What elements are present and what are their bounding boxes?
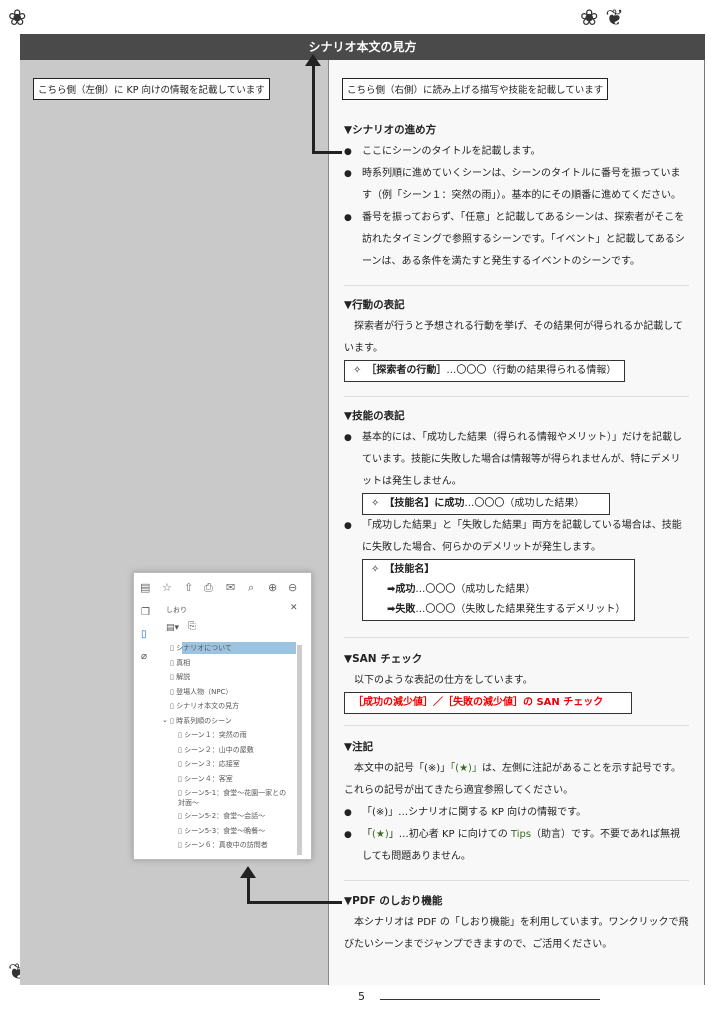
search-icon[interactable]: ⌕	[248, 581, 254, 595]
box-label: ✧ 【技能名】に成功	[371, 498, 465, 509]
paragraph: 以下のような表記の仕方をしています。	[354, 675, 533, 686]
right-side-label: こちら側（右側）に読み上げる描写や技能を記載しています	[342, 78, 609, 100]
example-box: ✧ 【技能名】に成功…〇〇〇（成功した結果）	[362, 493, 610, 515]
box-text: …〇〇〇（失敗した結果発生するデメリット）	[415, 604, 626, 615]
callout-arrow-line	[247, 876, 250, 904]
section-heading: ▼注記	[344, 741, 374, 753]
paragraph: 探索者が行うと予想される行動を挙げ、その結果何が得られるか記載しています。	[344, 321, 683, 354]
box-label: ✧ 【技能名】	[371, 564, 435, 575]
star-mark: (★)	[372, 829, 389, 840]
divider	[344, 880, 689, 881]
bookmark-item[interactable]: 時系列順のシーン	[170, 716, 232, 726]
section-heading: ▼SAN チェック	[344, 653, 423, 665]
close-icon[interactable]: ✕	[290, 603, 298, 613]
star-mark: 「(★)」	[450, 763, 482, 774]
bullet-item: 基本的には、「成功した結果（得られる情報やメリット）」だけを記載しています。技能…	[344, 427, 689, 493]
bookmark-item[interactable]: シーン６：真夜中の訪問者	[178, 840, 268, 850]
bullet-item: 「(※)」…シナリオに関する KP 向けの情報です。	[344, 802, 689, 824]
tips-text: Tips	[510, 829, 532, 840]
section-heading: ▼PDF のしおり機能	[344, 895, 443, 907]
example-box: ✧ ［探索者の行動］…〇〇〇（行動の結果得られる情報）	[344, 360, 626, 382]
text: 本文中の記号「(※)」	[354, 763, 451, 774]
section-pdf-bookmarks: ▼PDF のしおり機能 本シナリオは PDF の「しおり機能」を利用しています。…	[344, 890, 689, 956]
success-label: ➡成功	[387, 584, 416, 595]
callout-arrow-line	[312, 151, 342, 154]
panel-title: しおり	[166, 606, 187, 614]
bullet-item: 「成功した結果」と「失敗した結果」両方を記載している場合は、技能に失敗した場合、…	[344, 515, 689, 559]
section-heading: ▼シナリオの進め方	[344, 124, 437, 136]
page-number: 5	[358, 990, 365, 1003]
bookmark-icon[interactable]: ▯	[141, 629, 147, 640]
bookmark-item[interactable]: シーン２：山中の屋敷	[178, 745, 254, 755]
arrow-up-icon	[240, 866, 256, 878]
example-box: ✧ 【技能名】 ➡成功…〇〇〇（成功した結果） ➡失敗…〇〇〇（失敗した結果発生…	[362, 559, 635, 621]
bullet-item: 「(★)」…初心者 KP に向けての Tips（助言）です。不要であれば無視して…	[344, 824, 689, 868]
floral-ornament-icon: ❀ ❦	[580, 6, 624, 31]
box-text: …〇〇〇（成功した結果）	[415, 584, 536, 595]
section-san-check: ▼SAN チェック 以下のような表記の仕方をしています。 ［成功の減少値］／［失…	[344, 648, 689, 714]
section-skill-notation: ▼技能の表記 基本的には、「成功した結果（得られる情報やメリット）」だけを記載し…	[344, 405, 689, 621]
mail-icon[interactable]: ✉	[226, 581, 235, 594]
bookmark-item[interactable]: シーン5-3：食堂〜晩餐〜	[178, 826, 265, 836]
page-up-icon[interactable]: ⊕	[268, 581, 277, 594]
bullet-item: 時系列順に進めていくシーンは、シーンのタイトルに番号を振っています（例「シーン１…	[344, 163, 689, 207]
options-icon[interactable]: ▤▾	[166, 623, 179, 633]
upload-icon[interactable]: ⇧	[184, 581, 193, 594]
box-label: ✧ ［探索者の行動］	[353, 365, 447, 376]
callout-arrow-line	[312, 64, 315, 154]
page-down-icon[interactable]: ⊖	[288, 581, 297, 594]
box-text: …〇〇〇（行動の結果得られる情報）	[446, 365, 617, 376]
divider	[344, 396, 689, 397]
bullet-item: 番号を振っておらず、「任意」と記載してあるシーンは、探索者がそこを訪れたタイミン…	[344, 207, 689, 273]
chevron-down-icon[interactable]: ⌄	[162, 716, 168, 724]
divider	[344, 285, 689, 286]
page-header: シナリオ本文の見方	[20, 34, 705, 60]
pages-icon[interactable]: ❐	[141, 607, 150, 618]
text: 」…初心者 KP に向けての	[388, 829, 511, 840]
fail-label: ➡失敗	[387, 604, 416, 615]
section-notes: ▼注記 本文中の記号「(※)」「(★)」は、左側に注記があることを示す記号です。…	[344, 736, 689, 868]
bullet-item: ここにシーンのタイトルを記載します。	[344, 141, 689, 163]
pdf-bookmark-panel: ▤ ☆ ⇧ ⎙ ✉ ⌕ ⊕ ⊖ ❐ ▯ ⌀ しおり ✕ ▤▾ ⎘ シナリオについ…	[133, 572, 312, 860]
bookmark-item[interactable]: 登場人物（NPC）	[170, 687, 232, 697]
san-check-example: ［成功の減少値］／［失敗の減少値］の SAN チェック	[344, 692, 632, 714]
callout-arrow-line	[247, 901, 342, 904]
divider	[344, 637, 689, 638]
bookmark-item[interactable]: 真相	[170, 658, 190, 668]
divider	[344, 725, 689, 726]
section-action-notation: ▼行動の表記 探索者が行うと予想される行動を挙げ、その結果何が得られるか記載して…	[344, 294, 689, 382]
bookmark-item[interactable]: シーン5-2：食堂〜会話〜	[178, 811, 265, 821]
add-bookmark-icon[interactable]: ⎘	[188, 621, 196, 632]
print-icon[interactable]: ⎙	[204, 581, 213, 595]
bookmark-item[interactable]: シーン３：応接室	[178, 759, 240, 769]
paragraph: 本文中の記号「(※)」「(★)」は、左側に注記があることを示す記号です。これらの…	[344, 758, 689, 802]
star-icon[interactable]: ☆	[162, 581, 172, 594]
section-scenario-flow: ▼シナリオの進め方 ここにシーンのタイトルを記載します。 時系列順に進めていくシ…	[344, 119, 689, 273]
bookmark-item[interactable]: シーン１：突然の雨	[178, 730, 247, 740]
bookmark-item[interactable]: シーン４：客室	[178, 774, 233, 784]
save-icon[interactable]: ▤	[140, 581, 150, 594]
bookmark-item[interactable]: 解説	[170, 672, 190, 682]
bookmark-item[interactable]: シーン5-1：食堂〜花園一家との対面〜	[178, 788, 290, 808]
floral-ornament-icon: ❀	[8, 6, 27, 31]
bookmark-item[interactable]: シナリオ本文の見方	[170, 701, 239, 711]
section-heading: ▼技能の表記	[344, 410, 405, 422]
arrow-up-icon	[305, 54, 321, 66]
scrollbar[interactable]	[297, 645, 302, 855]
box-text: …〇〇〇（成功した結果）	[464, 498, 585, 509]
text: 「	[362, 829, 372, 840]
paragraph: 本シナリオは PDF の「しおり機能」を利用しています。ワンクリックで飛びたいシ…	[344, 917, 689, 950]
footer-line	[380, 999, 600, 1000]
left-side-label: こちら側（左側）に KP 向けの情報を記載しています	[33, 78, 270, 100]
bookmark-item[interactable]: シナリオについて	[170, 643, 232, 653]
attachment-icon[interactable]: ⌀	[141, 651, 147, 662]
section-heading: ▼行動の表記	[344, 299, 405, 311]
